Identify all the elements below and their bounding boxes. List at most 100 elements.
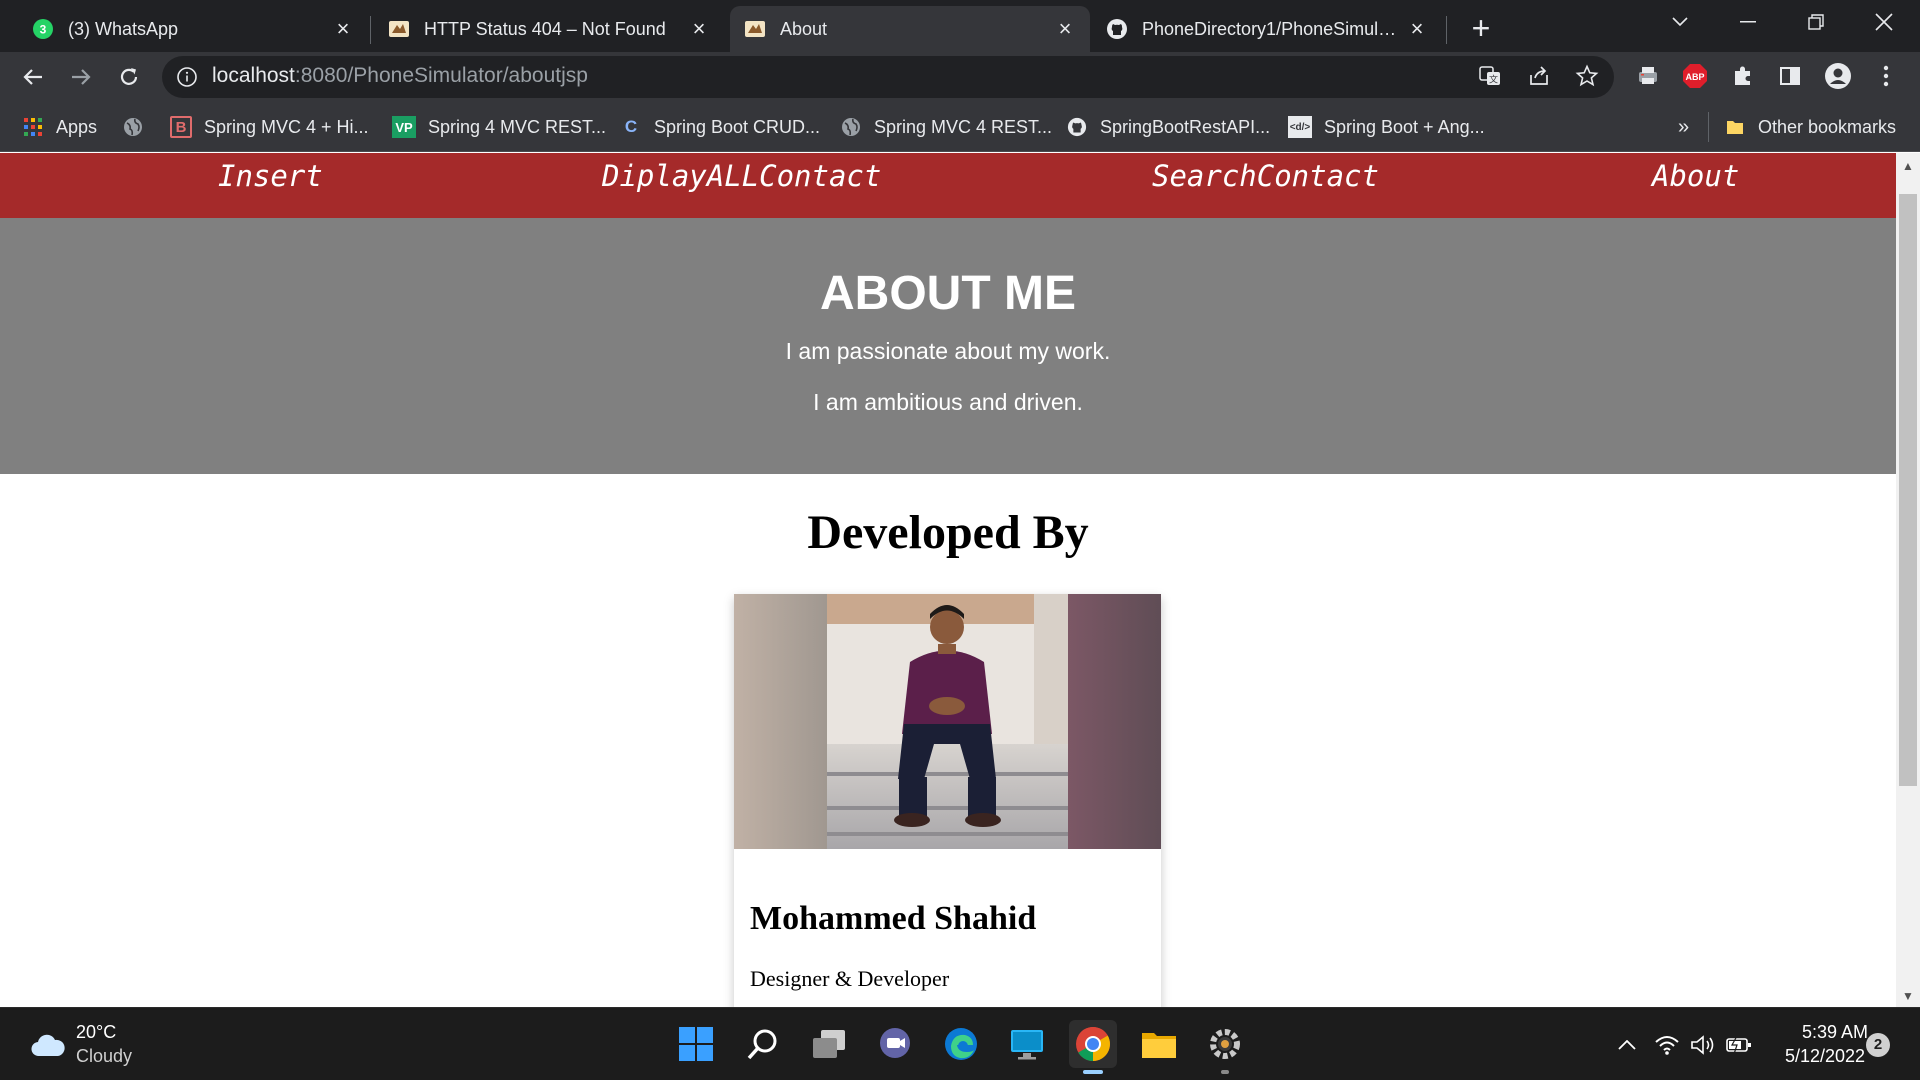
bookmarks-overflow-button[interactable]: » bbox=[1678, 113, 1689, 141]
weather-description[interactable]: Cloudy bbox=[76, 1046, 132, 1067]
tab-about[interactable]: About × bbox=[730, 6, 1090, 52]
other-bookmarks-folder[interactable]: Other bookmarks bbox=[1724, 113, 1896, 141]
scroll-down-arrow-icon[interactable]: ▼ bbox=[1896, 985, 1920, 1007]
teams-chat-icon[interactable] bbox=[871, 1020, 919, 1068]
nav-link-search-contact[interactable]: SearchContact bbox=[1152, 159, 1379, 193]
tab-title: HTTP Status 404 – Not Found bbox=[424, 18, 666, 39]
restore-button[interactable] bbox=[1788, 0, 1844, 44]
nav-link-insert[interactable]: Insert bbox=[218, 159, 323, 193]
tab-github[interactable]: PhoneDirectory1/PhoneSimulator × bbox=[1092, 6, 1442, 52]
extension-printer-icon[interactable] bbox=[1632, 60, 1664, 92]
wifi-icon[interactable] bbox=[1652, 1030, 1682, 1060]
svg-text:文: 文 bbox=[1489, 74, 1498, 86]
profile-avatar-icon[interactable] bbox=[1822, 60, 1854, 92]
bookmark-springbootrestapi[interactable]: SpringBootRestAPI... bbox=[1066, 113, 1270, 141]
notification-count-badge[interactable]: 2 bbox=[1866, 1033, 1890, 1057]
url-text[interactable]: localhost:8080/PhoneSimulator/aboutjsp bbox=[212, 64, 588, 88]
about-line-2: I am ambitious and driven. bbox=[813, 389, 1083, 415]
bookmark-label: Spring MVC 4 REST... bbox=[874, 116, 1053, 137]
tab-http-404[interactable]: HTTP Status 404 – Not Found × bbox=[374, 6, 724, 52]
nav-link-about[interactable]: About bbox=[1652, 159, 1739, 193]
bookmark-globe[interactable] bbox=[122, 113, 156, 141]
developer-photo bbox=[734, 594, 1161, 849]
tab-title: (3) WhatsApp bbox=[68, 18, 179, 39]
bookmark-label: Spring 4 MVC REST... bbox=[428, 116, 607, 137]
edge-browser-icon[interactable] bbox=[937, 1020, 985, 1068]
back-button[interactable] bbox=[14, 58, 52, 96]
task-view-icon[interactable] bbox=[805, 1020, 853, 1068]
volume-speaker-icon[interactable] bbox=[1688, 1030, 1718, 1060]
file-explorer-icon[interactable] bbox=[1135, 1020, 1183, 1068]
nav-link-display-all-contact[interactable]: DiplayALLContact bbox=[602, 159, 881, 193]
close-window-button[interactable] bbox=[1856, 0, 1912, 44]
search-icon[interactable] bbox=[739, 1020, 787, 1068]
bookmark-spring-mvc4-rest[interactable]: Spring MVC 4 REST... bbox=[840, 113, 1052, 141]
tab-search-chevron-icon[interactable] bbox=[1652, 0, 1708, 44]
weather-cloud-icon[interactable] bbox=[30, 1030, 66, 1060]
github-icon bbox=[1066, 116, 1088, 138]
chrome-active-indicator bbox=[1083, 1070, 1103, 1074]
developed-by-heading: Developed By bbox=[807, 506, 1089, 559]
bookmark-spring-boot-crud[interactable]: C Spring Boot CRUD... bbox=[620, 113, 820, 141]
page-viewport: Insert DiplayALLContact SearchContact Ab… bbox=[0, 153, 1896, 1007]
site-navbar: Insert DiplayALLContact SearchContact Ab… bbox=[0, 153, 1896, 218]
globe-icon bbox=[122, 116, 144, 138]
bookmark-separator bbox=[1708, 112, 1709, 142]
share-icon[interactable] bbox=[1523, 60, 1555, 92]
bookmark-label: Spring MVC 4 + Hi... bbox=[204, 116, 369, 137]
clock-date[interactable]: 5/12/2022 bbox=[1770, 1046, 1880, 1067]
bookmark-star-icon[interactable] bbox=[1571, 60, 1603, 92]
translate-icon[interactable]: 文 bbox=[1474, 60, 1506, 92]
vp-icon: VP bbox=[392, 116, 416, 138]
bookmark-spring-boot-angular[interactable]: <d/> Spring Boot + Ang... bbox=[1288, 113, 1485, 141]
scrollbar-thumb[interactable] bbox=[1899, 194, 1917, 786]
battery-charging-icon[interactable] bbox=[1724, 1030, 1754, 1060]
minimize-button[interactable] bbox=[1720, 0, 1776, 44]
tab-title: About bbox=[780, 18, 828, 39]
tab-whatsapp[interactable]: 3 (3) WhatsApp × bbox=[18, 6, 368, 52]
close-icon[interactable]: × bbox=[1054, 18, 1076, 40]
developer-card: Mohammed Shahid Designer & Developer bbox=[734, 594, 1161, 1007]
new-tab-button[interactable]: + bbox=[1462, 10, 1500, 48]
bookmark-label: Spring Boot + Ang... bbox=[1324, 116, 1485, 137]
about-line-1: I am passionate about my work. bbox=[785, 338, 1111, 364]
url-host: localhost bbox=[212, 64, 295, 87]
scroll-up-arrow-icon[interactable]: ▲ bbox=[1896, 155, 1920, 177]
tab-separator bbox=[370, 16, 371, 44]
close-icon[interactable]: × bbox=[332, 18, 354, 40]
globe-icon bbox=[840, 116, 862, 138]
bookmark-apps[interactable]: Apps bbox=[22, 113, 97, 141]
code-icon: <d/> bbox=[1288, 116, 1312, 138]
tomcat-icon bbox=[388, 18, 410, 40]
start-windows-icon[interactable] bbox=[672, 1020, 720, 1068]
folder-icon bbox=[1724, 116, 1746, 138]
tab-title: PhoneDirectory1/PhoneSimulator bbox=[1142, 18, 1406, 39]
show-hidden-icons-chevron-icon[interactable] bbox=[1612, 1030, 1642, 1060]
bookmark-spring-mvc-hibernate[interactable]: B Spring MVC 4 + Hi... bbox=[170, 113, 369, 141]
developer-name: Mohammed Shahid bbox=[750, 900, 1037, 937]
whatsapp-icon: 3 bbox=[32, 18, 54, 40]
tab-separator bbox=[1446, 16, 1447, 44]
weather-temperature[interactable]: 20°C bbox=[76, 1022, 116, 1043]
chrome-menu-icon[interactable] bbox=[1870, 60, 1902, 92]
apps-grid-icon bbox=[22, 116, 44, 138]
developer-role: Designer & Developer bbox=[750, 966, 950, 991]
settings-gear-app-icon[interactable] bbox=[1201, 1020, 1249, 1068]
adblock-plus-icon[interactable]: ABP bbox=[1679, 60, 1711, 92]
site-info-icon[interactable] bbox=[176, 66, 198, 88]
reload-button[interactable] bbox=[110, 58, 148, 96]
chrome-taskbar-icon[interactable] bbox=[1069, 1020, 1117, 1068]
tomcat-icon bbox=[744, 18, 766, 40]
extensions-puzzle-icon[interactable] bbox=[1727, 60, 1759, 92]
svg-text:3: 3 bbox=[40, 23, 47, 37]
forward-button[interactable] bbox=[62, 58, 100, 96]
github-icon bbox=[1106, 18, 1128, 40]
desktop-monitor-icon[interactable] bbox=[1003, 1020, 1051, 1068]
side-panel-icon[interactable] bbox=[1774, 60, 1806, 92]
about-hero: ABOUT ME I am passionate about my work. … bbox=[0, 218, 1896, 474]
app-running-indicator bbox=[1221, 1070, 1229, 1074]
bookmark-label: Spring Boot CRUD... bbox=[654, 116, 821, 137]
close-icon[interactable]: × bbox=[1406, 18, 1428, 40]
close-icon[interactable]: × bbox=[688, 18, 710, 40]
bookmark-spring4-mvc-rest[interactable]: VP Spring 4 MVC REST... bbox=[392, 113, 606, 141]
